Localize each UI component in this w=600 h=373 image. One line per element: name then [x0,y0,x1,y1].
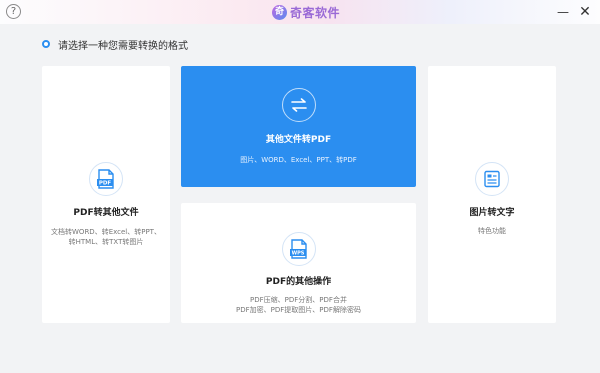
prompt-dot-icon [42,40,50,48]
card-description: PDF压缩、PDF分割、PDF合并 PDF加密、PDF提取图片、PDF解除密码 [236,295,361,315]
title-bar: ? 奇 奇客软件 — ✕ [0,0,600,24]
card-image-to-text[interactable]: 图片转文字 特色功能 [428,66,556,323]
format-prompt: 请选择一种您需要转换的格式 [42,36,188,52]
card-desc-line: 转HTML、转TXT转图片 [68,238,144,246]
card-desc-line: 图片、WORD、Excel、PPT、转PDF [240,156,357,164]
swap-arrows-icon [281,88,316,122]
card-title: PDF的其他操作 [265,277,332,287]
app-name: 奇客软件 [290,5,341,20]
card-desc-line: PDF压缩、PDF分割、PDF合并 [250,296,347,304]
card-title: 其他文件转PDF [265,135,332,145]
app-logo: 奇 奇客软件 [272,4,340,20]
card-desc-line: 特色功能 [478,227,506,235]
card-desc-line: PDF加密、PDF提取图片、PDF解除密码 [236,306,361,314]
svg-text:WPS: WPS [291,251,304,257]
svg-text:PDF: PDF [99,181,112,187]
close-button[interactable]: ✕ [576,3,594,21]
card-other-to-pdf[interactable]: 其他文件转PDF 图片、WORD、Excel、PPT、转PDF [181,66,416,187]
pdf-file-icon: PDF [89,162,123,196]
help-button[interactable]: ? [6,4,21,19]
card-description: 文档转WORD、转Excel、转PPT、 转HTML、转TXT转图片 [51,227,161,247]
card-description: 特色功能 [478,226,506,236]
wps-file-icon: WPS [281,232,316,266]
prompt-text: 请选择一种您需要转换的格式 [58,40,188,52]
logo-mark-icon: 奇 [272,4,287,20]
card-pdf-operations[interactable]: WPS PDF的其他操作 PDF压缩、PDF分割、PDF合并 PDF加密、PDF… [181,203,416,323]
minimize-button[interactable]: — [554,3,572,21]
card-title: PDF转其他文件 [73,208,139,218]
image-text-icon [475,162,509,196]
card-title: 图片转文字 [469,208,515,218]
card-description: 图片、WORD、Excel、PPT、转PDF [240,155,357,165]
card-pdf-to-other[interactable]: PDF PDF转其他文件 文档转WORD、转Excel、转PPT、 转HTML、… [42,66,170,323]
card-desc-line: 文档转WORD、转Excel、转PPT、 [51,228,161,236]
